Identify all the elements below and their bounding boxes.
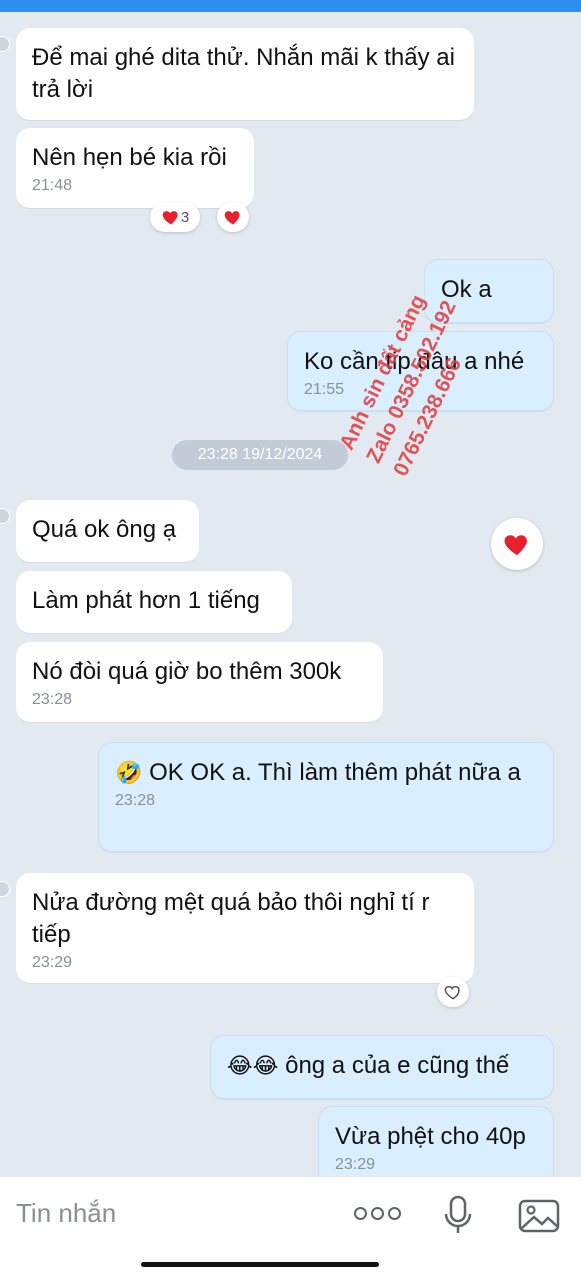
emoji-laughing-icon: 🤣: [115, 760, 143, 785]
reaction-badge[interactable]: 3: [150, 202, 200, 232]
message-text: Để mai ghé dita thử. Nhắn mãi k thấy ai …: [32, 44, 455, 103]
message-bubble-outgoing[interactable]: Ko cần tip đâu a nhé 21:55: [287, 331, 554, 411]
message-text: Vừa phệt cho 40p: [335, 1123, 526, 1150]
message-bubble-outgoing[interactable]: 🤣 OK OK a. Thì làm thêm phát nữa a 23:28: [98, 742, 554, 852]
message-time: 21:55: [304, 381, 345, 398]
heart-outline-icon: [444, 985, 460, 1000]
message-bubble-incoming[interactable]: Nửa đường mệt quá bảo thôi nghỉ tí r tiế…: [16, 873, 474, 983]
avatar-stub: [0, 36, 10, 52]
message-time: 21:48: [32, 177, 73, 194]
date-separator: 23:28 19/12/2024: [172, 440, 348, 470]
heart-icon: [504, 535, 527, 556]
message-text: Quá ok ông ạ: [32, 516, 177, 543]
message-time: 23:28: [32, 691, 73, 708]
message-time: 23:28: [115, 792, 156, 809]
image-icon[interactable]: [518, 1196, 560, 1239]
message-bubble-outgoing[interactable]: 😂😂 ông a của e cũng thế: [210, 1035, 554, 1099]
reaction-count: 3: [180, 208, 190, 226]
heart-icon: [162, 211, 178, 225]
message-text: Ok a: [441, 276, 492, 303]
message-text: OK OK a. Thì làm thêm phát nữa a: [149, 759, 521, 786]
message-time: 23:29: [335, 1156, 376, 1173]
message-text: Làm phát hơn 1 tiếng: [32, 587, 260, 614]
message-bubble-incoming[interactable]: Nó đòi quá giờ bo thêm 300k 23:28: [16, 642, 383, 722]
more-dots-icon[interactable]: [354, 1207, 401, 1220]
message-text: Nửa đường mệt quá bảo thôi nghỉ tí r tiế…: [32, 889, 430, 948]
message-text: Nên hẹn bé kia rồi: [32, 144, 227, 171]
message-text: Ko cần tip đâu a nhé: [304, 348, 525, 375]
react-button[interactable]: [437, 977, 469, 1007]
message-time: 23:29: [32, 954, 73, 971]
message-bubble-outgoing[interactable]: Ok a: [424, 259, 554, 323]
avatar-stub: [0, 881, 10, 897]
status-bar-strip: [0, 0, 581, 12]
microphone-icon[interactable]: [443, 1195, 473, 1240]
message-bubble-incoming[interactable]: Nên hẹn bé kia rồi 21:48: [16, 128, 254, 208]
message-text: ông a của e cũng thế: [285, 1052, 510, 1079]
reaction-button[interactable]: [491, 518, 543, 570]
home-indicator[interactable]: [141, 1262, 379, 1267]
message-text: Nó đòi quá giờ bo thêm 300k: [32, 658, 342, 685]
heart-icon: [224, 211, 240, 225]
message-bubble-incoming[interactable]: Làm phát hơn 1 tiếng: [16, 571, 292, 633]
emoji-tears-of-joy-icon: 😂😂: [227, 1053, 279, 1078]
message-bubble-incoming[interactable]: Quá ok ông ạ: [16, 500, 199, 562]
avatar-stub: [0, 508, 10, 524]
react-button[interactable]: [217, 202, 249, 232]
message-bubble-incoming[interactable]: Để mai ghé dita thử. Nhắn mãi k thấy ai …: [16, 28, 474, 120]
message-input[interactable]: Tin nhắn: [16, 1198, 116, 1229]
